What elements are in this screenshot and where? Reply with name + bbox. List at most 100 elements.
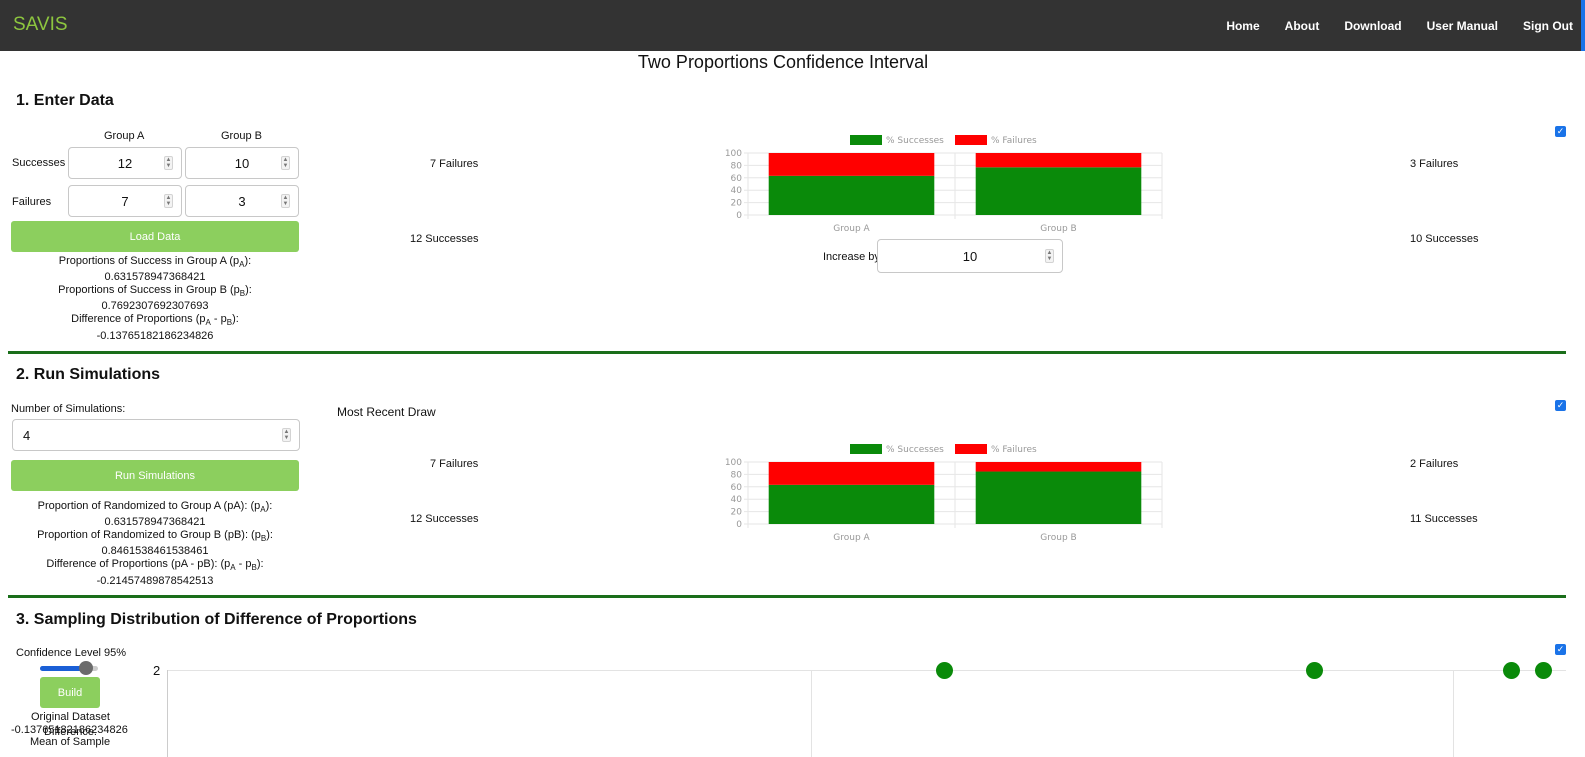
dotplot-dot (1503, 662, 1520, 679)
dotplot-gridline (811, 670, 812, 757)
legend-label: % Successes (886, 445, 944, 455)
diff-mid: - p (210, 313, 227, 326)
y-tick-label: 40 (731, 495, 743, 505)
y-tick-label: 60 (731, 483, 743, 493)
num-simulations-label: Number of Simulations: (11, 403, 126, 415)
y-tick-label: 0 (736, 520, 742, 530)
navbar: SAVIS Home About Download User Manual Si… (0, 0, 1585, 51)
nav-links: Home About Download User Manual Sign Out (1226, 19, 1573, 33)
section-divider (8, 351, 1566, 354)
success-bar (975, 167, 1142, 215)
num-simulations-input[interactable]: 4 ▲ ▼ (12, 419, 300, 451)
prop-a-sub: A (239, 260, 245, 270)
y-tick-label: 60 (731, 174, 743, 184)
section-2-checkbox[interactable]: ✓ (1555, 400, 1566, 411)
sim-diff-value: -0.21457489878542513 (96, 574, 214, 587)
successes-b-value: 10 (234, 155, 250, 171)
prop-b-sub: B (239, 289, 246, 299)
most-recent-draw-label: Most Recent Draw (337, 405, 436, 419)
rand-a-sub: A (260, 505, 266, 515)
prop-b-value: 0.7692307692307693 (101, 300, 209, 313)
success-bar (975, 471, 1142, 524)
build-button[interactable]: Build (40, 677, 100, 708)
left-failures-label: 7 Failures (430, 158, 479, 170)
legend-label: % Failures (991, 445, 1037, 455)
successes-label: Successes (12, 157, 66, 169)
data-bar-chart: % Successes % Failures 0 20 40 60 80 100 Group A… (725, 135, 1163, 234)
stepper-icon[interactable]: ▲ ▼ (281, 194, 290, 208)
rand-a-label: Proportion of Randomized to Group A (pA)… (37, 500, 261, 512)
increase-by-label: Increase by (823, 251, 880, 263)
successes-b-input[interactable]: 10 ▲ ▼ (185, 147, 299, 179)
success-bar (768, 175, 935, 215)
prop-a-label: Proportions of Success in Group A (p (58, 255, 240, 267)
confidence-slider-thumb[interactable] (79, 661, 93, 675)
brand-logo[interactable]: SAVIS (13, 14, 68, 36)
x-tick-label: Group A (833, 224, 870, 234)
y-tick-label: 40 (731, 186, 743, 196)
legend-swatch (850, 135, 882, 145)
legend-swatch (955, 444, 987, 454)
stepper-icon[interactable]: ▲ ▼ (281, 156, 290, 170)
section-3-checkbox[interactable]: ✓ (1555, 644, 1566, 655)
y-tick-label: 100 (725, 149, 742, 159)
x-tick-label: Group B (1040, 224, 1076, 234)
dotplot-gridline (167, 670, 1566, 671)
sim-diff-label: Difference of Proportions (pA - pB): (p (46, 558, 231, 571)
dotplot-dot (1535, 662, 1552, 679)
sim-diff-mid: - p (235, 558, 252, 571)
dotplot-y-tick: 2 (153, 663, 161, 678)
rand-b-label: Proportion of Randomized to Group B (pB)… (37, 529, 261, 542)
stepper-icon[interactable]: ▲ ▼ (164, 156, 173, 170)
increase-by-input[interactable]: 10 ▲ ▼ (877, 239, 1063, 273)
run-simulations-button[interactable]: Run Simulations (11, 460, 299, 491)
nav-sign-out[interactable]: Sign Out (1523, 19, 1573, 33)
x-tick-label: Group B (1040, 533, 1076, 543)
nav-user-manual[interactable]: User Manual (1427, 19, 1498, 33)
section-divider (8, 595, 1566, 598)
successes-a-input[interactable]: 12 ▲ ▼ (68, 147, 182, 179)
original-value: -0.13765182186234826 (11, 724, 128, 736)
dotplot-dot (1306, 662, 1323, 679)
nav-about[interactable]: About (1285, 19, 1320, 33)
section-2-title: 2. Run Simulations (16, 366, 161, 383)
dotplot-axis (167, 670, 168, 757)
section-3-title: 3. Sampling Distribution of Difference o… (16, 611, 417, 628)
sim-left-successes-label: 12 Successes (410, 513, 479, 525)
section-1-title: 1. Enter Data (16, 92, 114, 109)
failures-b-input[interactable]: 3 ▲ ▼ (185, 185, 299, 217)
group-b-label: Group B (221, 130, 262, 142)
load-data-button[interactable]: Load Data (11, 221, 299, 252)
simulation-bar-chart: % Successes % Failures 0 20 40 60 80 100 Group A… (725, 444, 1163, 543)
rand-b-sub: B (260, 534, 267, 544)
dotplot-gridline (1453, 670, 1454, 757)
scrollbar[interactable] (1581, 0, 1585, 51)
failures-b-value: 3 (238, 193, 246, 209)
y-tick-label: 80 (731, 161, 743, 171)
diff-sub-b: B (226, 318, 233, 328)
stepper-icon[interactable]: ▲ ▼ (1045, 249, 1054, 263)
failures-a-input[interactable]: 7 ▲ ▼ (68, 185, 182, 217)
y-tick-label: 0 (736, 211, 742, 221)
nav-download[interactable]: Download (1344, 19, 1401, 33)
mean-of-sample-label: Mean of Sample (30, 736, 111, 748)
failures-a-value: 7 (121, 193, 129, 209)
rand-b-value: 0.8461538461538461 (101, 545, 209, 558)
failure-bar (975, 153, 1142, 168)
nav-home[interactable]: Home (1226, 19, 1259, 33)
rand-a-value: 0.631578947368421 (104, 516, 206, 529)
diff-value: -0.13765182186234826 (96, 329, 214, 342)
successes-a-value: 12 (117, 155, 133, 171)
stepper-icon[interactable]: ▲ ▼ (164, 194, 173, 208)
sim-right-failures-label: 2 Failures (1410, 458, 1459, 470)
right-failures-label: 3 Failures (1410, 158, 1459, 170)
legend-swatch (850, 444, 882, 454)
failures-label: Failures (12, 196, 52, 208)
success-bar (768, 484, 935, 524)
page-title: Two Proportions Confidence Interval (637, 52, 929, 72)
stepper-icon[interactable]: ▲ ▼ (282, 428, 291, 442)
legend-swatch (955, 135, 987, 145)
group-a-label: Group A (104, 130, 145, 142)
sim-diff-sub-b: B (251, 563, 257, 573)
section-1-checkbox[interactable]: ✓ (1555, 126, 1566, 137)
